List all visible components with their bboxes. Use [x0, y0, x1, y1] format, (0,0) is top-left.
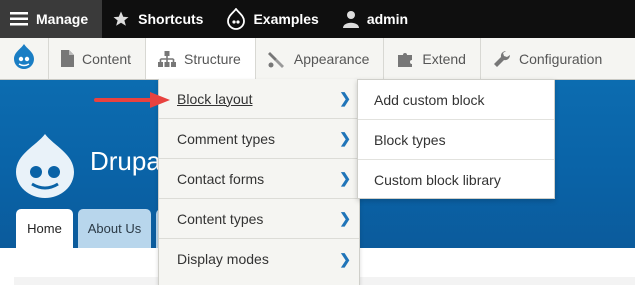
- chevron-right-icon: ❯: [339, 170, 351, 186]
- menu-item-label: Comment types: [177, 130, 276, 147]
- structure-icon: [158, 50, 177, 67]
- user-label: admin: [366, 11, 409, 27]
- tray-item-label: Configuration: [518, 50, 603, 67]
- tray-item-configuration[interactable]: Configuration: [481, 38, 616, 79]
- tray-item-content[interactable]: Content: [49, 38, 147, 79]
- drupal-logo-icon: [13, 43, 35, 74]
- page-icon: [61, 50, 74, 67]
- chevron-right-icon: ❯: [339, 210, 351, 226]
- examples-button[interactable]: Examples: [217, 0, 332, 38]
- manage-button[interactable]: Manage: [0, 0, 103, 38]
- wrench-icon: [493, 50, 511, 68]
- tray-item-label: Structure: [184, 50, 241, 67]
- wrench-brush-icon: [267, 50, 286, 68]
- drupal-logo-button[interactable]: [0, 38, 49, 79]
- puzzle-icon: [396, 50, 414, 68]
- chevron-right-icon: ❯: [339, 90, 351, 106]
- shortcuts-label: Shortcuts: [138, 11, 204, 27]
- submenu-item-block-types[interactable]: Block types: [358, 120, 554, 160]
- user-icon: [342, 10, 359, 28]
- manage-label: Manage: [36, 11, 89, 27]
- tray-item-structure[interactable]: Structure: [146, 38, 256, 79]
- chevron-right-icon: ❯: [339, 250, 351, 267]
- star-icon: [112, 10, 130, 28]
- menu-item-label: Contact forms: [177, 170, 265, 187]
- tray-item-label: Content: [82, 50, 132, 67]
- menu-item-label: Content types: [177, 210, 264, 227]
- tray-item-label: Extend: [422, 50, 466, 67]
- menu-item-block-layout[interactable]: Block layout ❯: [159, 79, 359, 119]
- menu-item-content-types[interactable]: Content types ❯: [159, 199, 359, 239]
- shortcuts-button[interactable]: Shortcuts: [102, 0, 217, 38]
- structure-dropdown: Block layout ❯ Comment types ❯ Contact f…: [158, 79, 360, 285]
- site-name[interactable]: Drupa: [90, 146, 161, 177]
- user-button[interactable]: admin: [333, 0, 422, 38]
- tray-item-appearance[interactable]: Appearance: [256, 38, 385, 79]
- admin-tray: Content Structure Appearance Extend Conf…: [0, 38, 635, 80]
- menu-item-comment-types[interactable]: Comment types ❯: [159, 119, 359, 159]
- examples-label: Examples: [253, 11, 319, 27]
- tray-item-label: Appearance: [293, 50, 370, 67]
- menu-item-label: Block layout: [177, 90, 253, 107]
- admin-toolbar: Manage Shortcuts Examples admin: [0, 0, 635, 38]
- hamburger-icon: [10, 12, 28, 26]
- menu-item-contact-forms[interactable]: Contact forms ❯: [159, 159, 359, 199]
- drupal-drop-icon: [227, 8, 246, 30]
- tab-home[interactable]: Home: [16, 209, 73, 248]
- site-logo-icon[interactable]: [14, 132, 76, 203]
- submenu-item-custom-block-library[interactable]: Custom block library: [358, 160, 554, 200]
- submenu-item-add-custom-block[interactable]: Add custom block: [358, 80, 554, 120]
- red-arrow-icon: [94, 92, 170, 108]
- tab-about-us[interactable]: About Us: [78, 209, 151, 248]
- menu-item-display-modes[interactable]: Display modes ❯: [159, 239, 359, 279]
- tray-item-extend[interactable]: Extend: [384, 38, 481, 79]
- chevron-right-icon: ❯: [339, 130, 351, 146]
- block-layout-submenu: Add custom block Block types Custom bloc…: [357, 79, 555, 199]
- menu-item-label: Display modes: [177, 251, 269, 267]
